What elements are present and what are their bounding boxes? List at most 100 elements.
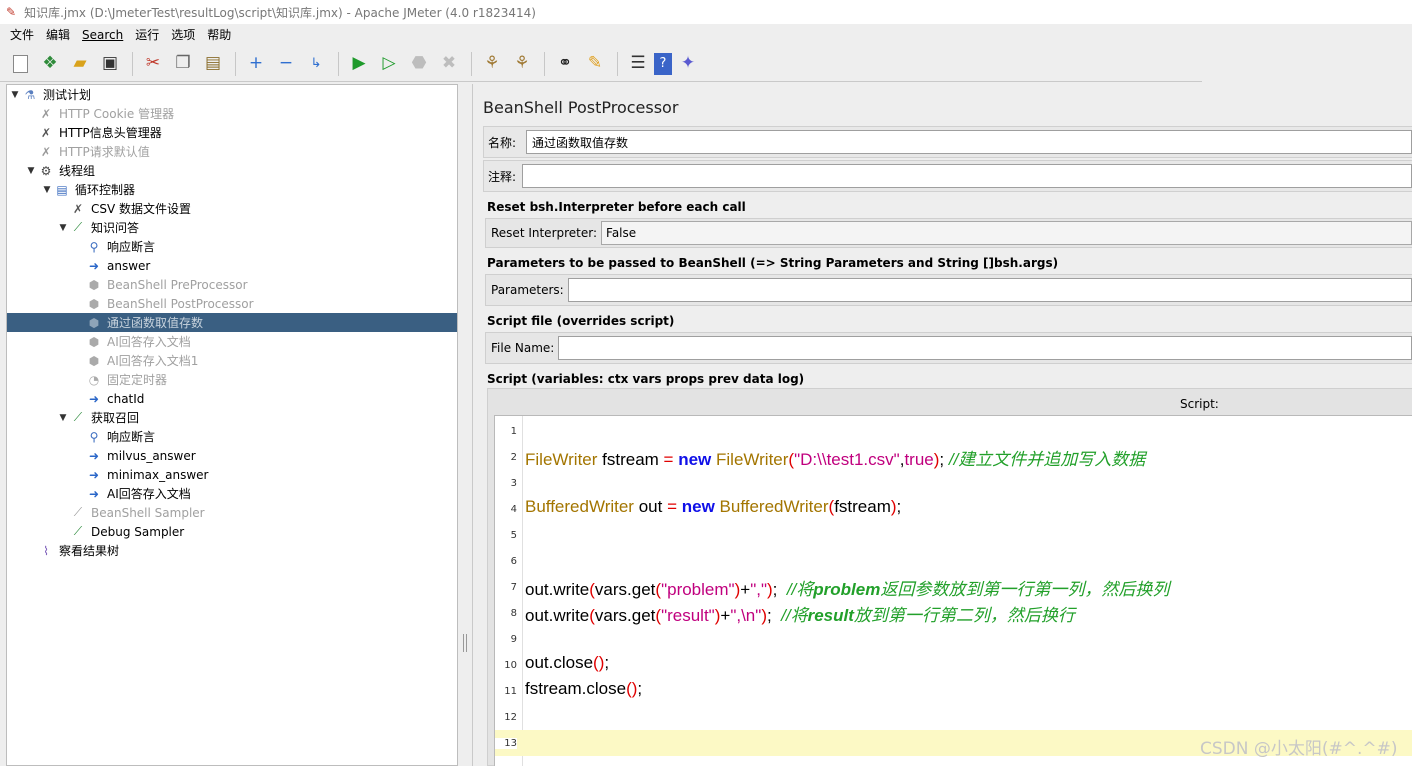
tree-node[interactable]: ✗ HTTP信息头管理器 — [7, 123, 457, 142]
tree-node-label: AI回答存入文档 — [107, 487, 191, 501]
open-icon[interactable]: ▰ — [66, 50, 94, 78]
window-titlebar: ✎ 知识库.jmx (D:\JmeterTest\resultLog\scrip… — [0, 0, 1412, 24]
help-icon[interactable]: ? — [654, 52, 672, 75]
code-line: 12 — [495, 704, 1412, 730]
copy-icon[interactable]: ❐ — [169, 50, 197, 78]
splitter-grip[interactable] — [463, 634, 467, 652]
panel-splitter[interactable] — [460, 84, 470, 766]
start-no-pause-icon[interactable]: ▷ — [375, 50, 403, 78]
tree-node[interactable]: ✗ HTTP Cookie 管理器 — [7, 104, 457, 123]
menu-run[interactable]: 运行 — [135, 26, 159, 43]
csdn-watermark: CSDN @小太阳(#^.^#) — [1200, 739, 1398, 759]
collapse-icon[interactable]: − — [272, 50, 300, 78]
collapse-arrow-icon[interactable]: ▼ — [57, 413, 69, 423]
tree-node[interactable]: ▼ ⚗ 测试计划 — [7, 85, 457, 104]
save-icon[interactable]: ▣ — [96, 50, 124, 78]
tree-node-label: Debug Sampler — [91, 524, 185, 539]
collapse-arrow-icon[interactable]: ▼ — [57, 223, 69, 233]
reset-section: Reset Interpreter: False — [485, 218, 1412, 248]
comment-field[interactable] — [522, 164, 1412, 188]
tree-node[interactable]: ⬢ BeanShell PostProcessor — [7, 294, 457, 313]
tree-node[interactable]: ▼ ⟋ 获取召回 — [7, 408, 457, 427]
clear-all-icon[interactable]: ⚘ — [508, 50, 536, 78]
code-line: 3 — [495, 470, 1412, 496]
menu-edit[interactable]: 编辑 — [46, 26, 70, 43]
line-number: 6 — [510, 556, 517, 567]
code-line: 11 fstream.close(); — [495, 678, 1412, 704]
post-processor-icon: ⬢ — [88, 296, 100, 311]
templates-icon[interactable]: ❖ — [36, 50, 64, 78]
file-name-field[interactable] — [558, 336, 1412, 360]
tree-node[interactable]: ➜ milvus_answer — [7, 446, 457, 465]
tree-node[interactable]: ◔ 固定定时器 — [7, 370, 457, 389]
line-number: 9 — [510, 634, 517, 645]
tree-node[interactable]: ⬢ BeanShell PreProcessor — [7, 275, 457, 294]
tree-node[interactable]: ➜ chatId — [7, 389, 457, 408]
shutdown-icon[interactable]: ✖ — [435, 50, 463, 78]
post-processor-icon: ➜ — [88, 258, 100, 273]
tree-node[interactable]: ➜ minimax_answer — [7, 465, 457, 484]
sampler-pipette-icon: ⟋ — [73, 220, 83, 234]
tree-node-label: 响应断言 — [107, 240, 156, 254]
tree-node[interactable]: ▼ ⚙ 线程组 — [7, 161, 457, 180]
tree-node[interactable]: ⬢ AI回答存入文档 — [7, 332, 457, 351]
reset-search-icon[interactable]: ✎ — [581, 50, 609, 78]
collapse-arrow-icon[interactable]: ▼ — [9, 90, 21, 100]
collapse-arrow-icon[interactable]: ▼ — [41, 185, 53, 195]
config-tool-icon: ✗ — [40, 106, 52, 121]
line-number: 4 — [510, 504, 517, 515]
function-helper-icon[interactable]: ☰ — [624, 50, 652, 78]
tree-node-label: minimax_answer — [107, 467, 209, 482]
code-line: 2 FileWriter fstream = new FileWriter("D… — [495, 444, 1412, 470]
tree-node-label: 测试计划 — [43, 88, 92, 102]
file-section-title: Script file (overrides script) — [487, 314, 675, 328]
start-icon[interactable]: ▶ — [345, 50, 373, 78]
tree-node[interactable]: ▼ ⟋ 知识问答 — [7, 218, 457, 237]
expand-icon[interactable]: + — [242, 50, 270, 78]
tree-node-label: AI回答存入文档1 — [107, 354, 199, 368]
reset-interpreter-select[interactable]: False — [601, 221, 1412, 245]
name-field[interactable]: 通过函数取值存数 — [526, 130, 1412, 154]
stop-icon[interactable]: ⬣ — [405, 50, 433, 78]
tree-node[interactable]: ⚲ 响应断言 — [7, 237, 457, 256]
magnifier-icon: ⚲ — [89, 239, 99, 254]
tree-node[interactable]: ➜ AI回答存入文档 — [7, 484, 457, 503]
menu-options[interactable]: 选项 — [171, 26, 195, 43]
tree-node[interactable]: ⟋ Debug Sampler — [7, 522, 457, 541]
tree-node-label: 循环控制器 — [75, 183, 136, 197]
name-row: 名称: 通过函数取值存数 — [483, 126, 1412, 158]
tree-node[interactable]: ✗ CSV 数据文件设置 — [7, 199, 457, 218]
tree-node[interactable]: ✗ HTTP请求默认值 — [7, 142, 457, 161]
parameters-field[interactable] — [567, 278, 1412, 302]
tree-node-label: BeanShell PostProcessor — [107, 296, 254, 311]
menu-help[interactable]: 帮助 — [207, 26, 231, 43]
tree-node-selected[interactable]: ⬢ 通过函数取值存数 — [7, 313, 457, 332]
cut-icon[interactable]: ✂ — [139, 50, 167, 78]
clear-icon[interactable]: ⚘ — [478, 50, 506, 78]
tree-node-label: HTTP Cookie 管理器 — [59, 107, 175, 121]
script-section-title: Script (variables: ctx vars props prev d… — [487, 372, 805, 386]
jmeter-logo-icon: ✎ — [6, 5, 17, 19]
remote-icon[interactable]: ✦ — [674, 50, 702, 78]
paste-icon[interactable]: ▤ — [199, 50, 227, 78]
tree-node[interactable]: ⬢ AI回答存入文档1 — [7, 351, 457, 370]
tree-node[interactable]: ▼ ▤ 循环控制器 — [7, 180, 457, 199]
post-processor-icon: ➜ — [88, 391, 100, 406]
code-line: 4 BufferedWriter out = new BufferedWrite… — [495, 496, 1412, 522]
menu-search[interactable]: Search — [82, 28, 123, 42]
tree-node[interactable]: ⚲ 响应断言 — [7, 427, 457, 446]
thread-group-gear-icon: ⚙ — [40, 163, 52, 178]
collapse-arrow-icon[interactable]: ▼ — [25, 166, 37, 176]
tree-node[interactable]: ➜ answer — [7, 256, 457, 275]
script-editor[interactable]: 1 2 FileWriter fstream = new FileWriter(… — [494, 415, 1412, 766]
toolbar-separator — [338, 51, 339, 76]
sampler-pipette-icon: ⟋ — [73, 505, 83, 519]
tree-node[interactable]: ⌇ 察看结果树 — [7, 541, 457, 560]
tree-node-label: 获取召回 — [91, 411, 140, 425]
new-icon[interactable] — [6, 50, 34, 78]
menu-file[interactable]: 文件 — [10, 26, 34, 43]
search-icon[interactable]: ⚭ — [551, 50, 579, 78]
tree-node[interactable]: ⟋ BeanShell Sampler — [7, 503, 457, 522]
tree-node-label: BeanShell Sampler — [91, 505, 205, 520]
toggle-icon[interactable]: ↳ — [302, 50, 330, 78]
